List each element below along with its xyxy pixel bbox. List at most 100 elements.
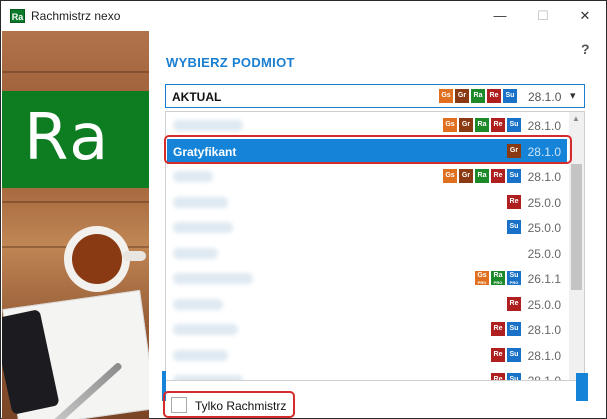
module-badge-label: Gr <box>461 172 471 179</box>
module-badge-su: Su <box>507 220 521 234</box>
redacted-company-name <box>173 349 228 361</box>
module-badge-label: Gs <box>445 121 455 128</box>
scroll-thumb[interactable] <box>571 164 582 290</box>
maximize-button[interactable]: ☐ <box>532 6 554 26</box>
help-button[interactable]: ? <box>581 41 590 57</box>
module-badge-label: Su <box>509 350 519 358</box>
module-badge-ra: Ra <box>475 169 489 183</box>
product-logo: Ra <box>2 91 149 188</box>
module-badge-gr: Gr <box>459 118 473 132</box>
module-badge-su: Su <box>507 322 521 336</box>
module-badge-label: Ra <box>493 272 503 279</box>
module-badge-su: Su <box>507 118 521 132</box>
minimize-button[interactable]: — <box>489 6 511 26</box>
module-badge-label: Re <box>509 197 519 205</box>
close-button[interactable]: ✕ <box>574 6 596 26</box>
module-badge-label: Su <box>509 172 519 179</box>
module-badge-label: Su <box>509 272 519 279</box>
company-row[interactable]: Re Su 28.1.0 <box>167 317 567 342</box>
module-badge-ra: Ra <box>475 118 489 132</box>
module-badges: Re <box>507 296 521 311</box>
module-badge-label: Ra <box>473 92 483 99</box>
version-label: 28.1.0 <box>527 170 561 184</box>
redacted-company-name <box>173 196 228 208</box>
version-label: 28.1.0 <box>527 374 561 381</box>
module-badge-label: Re <box>493 376 503 381</box>
version-label: 28.1.0 <box>527 119 561 133</box>
module-badge-ra: Ra <box>471 89 485 103</box>
module-badge-su: Su <box>507 373 521 381</box>
module-badge-pro-label: PRO <box>477 280 487 285</box>
module-badge-re: Re <box>491 322 505 336</box>
company-row[interactable]: Re 25.0.0 <box>167 292 567 317</box>
version-label: 28.1.0 <box>528 90 562 104</box>
module-badge-re: Re <box>491 373 505 381</box>
module-badge-re: Re <box>507 296 521 311</box>
chevron-down-icon[interactable]: ▾ <box>570 89 576 102</box>
module-badge-label: Re <box>493 325 503 332</box>
module-badge-su: Su PRO <box>507 271 521 285</box>
module-badges: Re Su <box>491 373 521 381</box>
module-badge-label: Su <box>509 325 519 332</box>
company-select-value: AKTUAL <box>172 90 222 104</box>
module-badge-re: Re <box>507 194 521 209</box>
highlight-checkbox <box>163 391 295 418</box>
highlight-selected-row <box>164 135 572 164</box>
company-row[interactable]: Re Su 28.1.0 <box>167 368 567 381</box>
side-banner-image: Ra <box>2 31 149 419</box>
version-label: 28.1.0 <box>527 348 561 363</box>
version-label: 25.0.0 <box>527 246 561 261</box>
module-badge-label: Gs <box>441 92 451 99</box>
app-window: Ra Rachmistrz nexo — ☐ ✕ Ra ? WYBIERZ PO… <box>0 0 607 419</box>
module-badge-label: Re <box>493 350 503 358</box>
module-badge-re: Re <box>487 89 501 103</box>
module-badge-label: Su <box>509 121 519 128</box>
module-badges: Re <box>507 194 521 209</box>
module-badge-label: Su <box>509 223 519 230</box>
action-button[interactable] <box>576 373 588 401</box>
module-badge-label: Ra <box>477 172 487 179</box>
module-badges: Gs PRO Ra PRO Su PRO <box>475 271 521 285</box>
company-row[interactable]: Re 25.0.0 <box>167 190 567 215</box>
module-badge-label: Gr <box>457 92 467 99</box>
module-badges: Su <box>507 220 521 234</box>
version-label: 25.0.0 <box>527 221 561 235</box>
module-badges: Re Su <box>491 322 521 336</box>
company-row[interactable]: 25.0.0 <box>167 241 567 266</box>
company-row[interactable]: Su 25.0.0 <box>167 215 567 240</box>
scroll-up-icon[interactable]: ▲ <box>572 114 580 123</box>
module-badge-pro-label: PRO <box>493 280 503 285</box>
module-badge-label: Re <box>489 92 499 99</box>
company-row[interactable]: Gs PRO Ra PRO Su PRO 26.1.1 <box>167 266 567 291</box>
module-badge-re: Re <box>491 347 505 362</box>
module-badge-re: Re <box>491 169 505 183</box>
module-badge-gs: Gs <box>443 118 457 132</box>
window-title: Rachmistrz nexo <box>31 9 121 23</box>
module-badge-re: Re <box>491 118 505 132</box>
company-row[interactable]: Re Su 28.1.0 <box>167 343 567 368</box>
redacted-company-name <box>173 273 253 284</box>
company-select[interactable]: AKTUAL Gs Gr Ra Re Su 28.1.0 ▾ <box>165 84 585 108</box>
module-badge-gs: Gs <box>439 89 453 103</box>
page-title: WYBIERZ PODMIOT <box>166 55 295 70</box>
module-badge-label: Ra <box>477 121 487 128</box>
module-badge-label: Gr <box>461 121 471 128</box>
title-bar[interactable]: Ra Rachmistrz nexo — ☐ ✕ <box>1 1 606 31</box>
module-badges: Gs Gr Ra Re Su <box>443 118 521 132</box>
module-badge-label: Su <box>509 376 519 381</box>
version-label: 28.1.0 <box>527 323 561 337</box>
redacted-company-name <box>173 375 243 380</box>
module-badge-su: Su <box>503 89 517 103</box>
module-badge-gr: Gr <box>455 89 469 103</box>
version-label: 25.0.0 <box>527 297 561 312</box>
redacted-company-name <box>173 171 213 182</box>
module-badges: Re Su <box>491 347 521 362</box>
module-badge-su: Su <box>507 169 521 183</box>
redacted-company-name <box>173 222 233 233</box>
company-row[interactable]: Gs Gr Ra Re Su 28.1.0 <box>167 164 567 189</box>
version-label: 25.0.0 <box>527 195 561 210</box>
module-badge-label: Gs <box>445 172 455 179</box>
redacted-company-name <box>173 120 243 131</box>
redacted-company-name <box>173 247 218 259</box>
module-badges: Gs Gr Ra Re Su <box>439 89 517 103</box>
